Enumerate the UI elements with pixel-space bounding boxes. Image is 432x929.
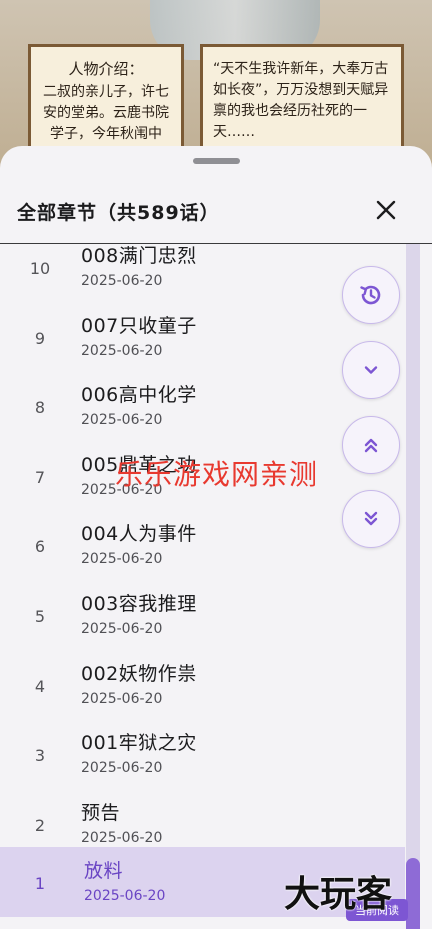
chapter-title: 预告 xyxy=(81,801,121,824)
scrollbar-thumb[interactable] xyxy=(406,858,420,929)
close-button[interactable] xyxy=(366,190,406,230)
chapter-number: 6 xyxy=(34,537,46,557)
chapter-number: 5 xyxy=(34,607,46,626)
chapter-list[interactable]: 10 008满门忠烈 2025-06-20 9 007只收童子 2025-06-20 8 00… xyxy=(0,244,405,929)
chapter-title: 003容我推理 xyxy=(81,593,197,615)
scroll-down-button[interactable] xyxy=(342,341,400,399)
close-icon xyxy=(376,200,396,220)
chapter-date: 2025-06-20 xyxy=(81,273,163,289)
chapter-title: 006高中化学 xyxy=(81,384,197,407)
scroll-to-top-button[interactable] xyxy=(342,416,400,474)
chapter-row[interactable]: 2 预告 2025-06-20 xyxy=(0,778,405,848)
scrollbar-track[interactable] xyxy=(406,244,420,929)
sheet-title: 全部章节（共589话） xyxy=(17,202,220,224)
chapter-title: 007只收童子 xyxy=(81,314,197,337)
history-button[interactable] xyxy=(342,266,400,324)
chapter-title: 放料 xyxy=(84,860,124,883)
chapter-date: 2025-06-20 xyxy=(84,888,166,905)
quote-text: “天不生我许新年，大奉万古如长夜”，万万没想到天赋异禀的我也会经历社死的一天…… xyxy=(213,61,389,140)
chapter-row[interactable]: 3 001牢狱之灾 2025-06-20 xyxy=(0,708,405,778)
chapter-title: 001牢狱之灾 xyxy=(81,732,197,755)
chapter-row[interactable]: 4 002妖物作祟 2025-06-20 xyxy=(0,639,405,709)
chapter-date: 2025-06-20 xyxy=(81,760,163,777)
chapter-number: 1 xyxy=(34,874,46,894)
watermark-text: 乐乐游戏网亲测 xyxy=(115,458,319,491)
chapter-number: 3 xyxy=(34,746,46,766)
chapter-date: 2025-06-20 xyxy=(81,621,163,637)
chapter-number: 8 xyxy=(34,398,46,418)
chapter-number: 2 xyxy=(34,815,46,835)
sheet-drag-handle[interactable] xyxy=(193,158,240,164)
chevron-down-icon xyxy=(364,366,378,374)
chapter-number: 10 xyxy=(29,259,51,278)
chapter-number: 9 xyxy=(34,328,46,348)
chapter-date: 2025-06-20 xyxy=(81,690,163,707)
quote-panel: “天不生我许新年，大奉万古如长夜”，万万没想到天赋异禀的我也会经历社死的一天…… xyxy=(200,44,404,154)
history-icon xyxy=(360,285,381,305)
chapter-date: 2025-06-20 xyxy=(81,342,163,359)
chapter-number: 4 xyxy=(34,676,46,696)
scroll-to-bottom-button[interactable] xyxy=(342,490,400,548)
double-chevron-up-icon xyxy=(364,438,378,453)
corner-watermark: 大玩客 xyxy=(284,874,393,915)
chapter-title: 004人为事件 xyxy=(81,523,197,546)
screen: 人物介绍： 二叔的亲儿子，许七安的堂弟。云鹿书院学子，今年秋闱中举。 “天不生我… xyxy=(0,0,432,929)
chapter-date: 2025-06-20 xyxy=(81,551,163,568)
chapter-row[interactable]: 5 003容我推理 2025-06-20 xyxy=(0,569,405,639)
chapter-title: 002妖物作祟 xyxy=(81,662,197,685)
double-chevron-down-icon xyxy=(364,511,378,526)
character-intro-panel: 人物介绍： 二叔的亲儿子，许七安的堂弟。云鹿书院学子，今年秋闱中举。 xyxy=(28,44,184,163)
character-intro-title: 人物介绍： xyxy=(68,60,144,78)
chapter-date: 2025-06-20 xyxy=(81,412,163,429)
chapter-title: 008满门忠烈 xyxy=(81,245,197,267)
chapter-date: 2025-06-20 xyxy=(81,829,163,846)
comic-page-background: 人物介绍： 二叔的亲儿子，许七安的堂弟。云鹿书院学子，今年秋闱中举。 “天不生我… xyxy=(0,0,432,170)
chapter-number: 7 xyxy=(34,467,46,487)
